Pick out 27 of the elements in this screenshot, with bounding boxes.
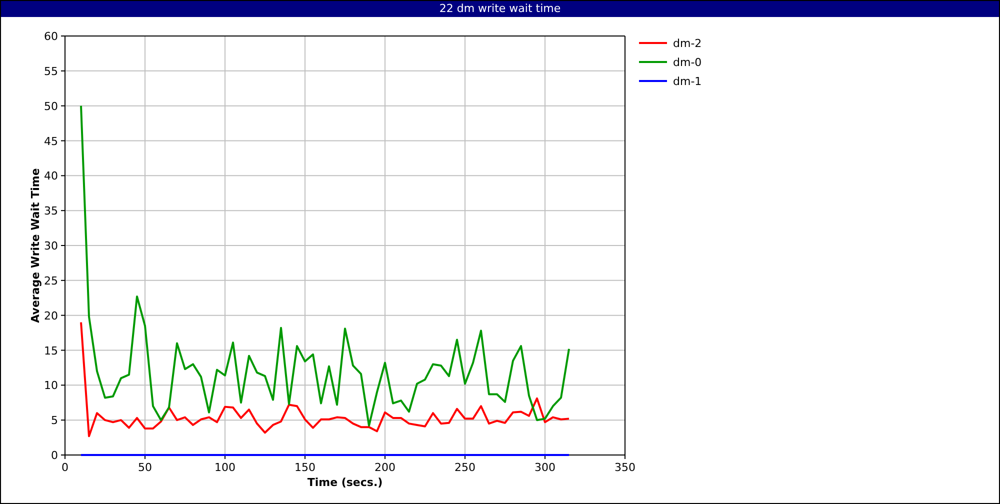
tick-label: 300: [534, 461, 556, 474]
tick-label: 35: [44, 204, 58, 218]
axis-title: Average Write Wait Time: [29, 168, 42, 323]
axis-title: Time (secs.): [307, 476, 383, 489]
tick-label: 150: [294, 461, 316, 474]
tick-label: 0: [62, 461, 68, 474]
tick-label: 15: [44, 344, 58, 358]
tick-label: 350: [614, 461, 636, 474]
tick-label: 60: [44, 30, 58, 43]
tick-label: 100: [214, 461, 236, 474]
tick-label: 55: [44, 64, 58, 78]
tick-label: 10: [44, 379, 58, 392]
tick-label: 5: [51, 414, 58, 428]
legend-label: dm-0: [673, 56, 702, 69]
tick-label: 250: [454, 461, 476, 474]
tick-label: 45: [44, 134, 58, 148]
tick-label: 50: [44, 100, 58, 113]
tick-label: 20: [44, 309, 58, 322]
tick-label: 30: [44, 240, 58, 252]
tick-label: 0: [51, 449, 58, 462]
tick-label: 200: [374, 461, 396, 474]
legend-label: dm-2: [673, 37, 702, 50]
legend-label: dm-1: [673, 75, 702, 88]
tick-label: 25: [44, 274, 58, 288]
tick-label: 40: [44, 170, 58, 183]
window-title: 22 dm write wait time: [1, 1, 999, 17]
tick-label: 50: [138, 461, 152, 474]
